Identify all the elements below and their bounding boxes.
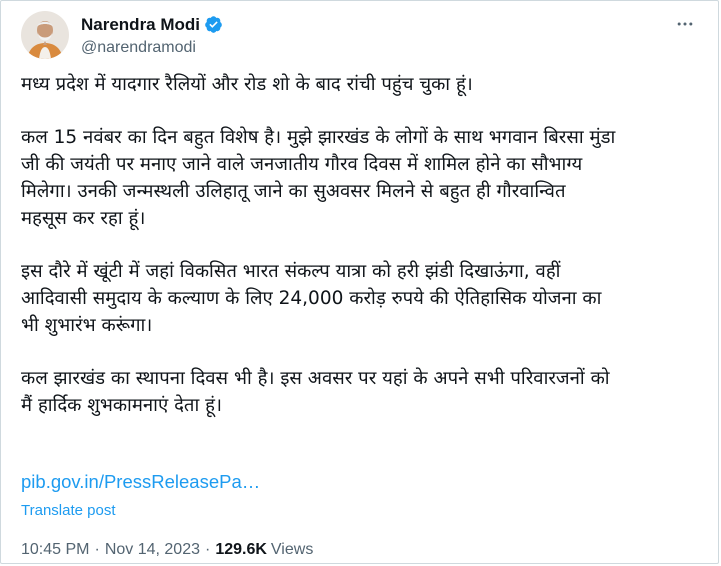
- post-time[interactable]: 10:45 PM: [21, 541, 89, 559]
- meta-separator: ·: [205, 541, 211, 558]
- user-handle[interactable]: @narendramodi: [81, 39, 223, 57]
- post-paragraph: कल झारखंड का स्थापना दिवस भी है। इस अवसर…: [21, 368, 610, 416]
- post-paragraph: मध्य प्रदेश में यादगार रैलियों और रोड शो…: [21, 74, 473, 95]
- post-header: Narendra Modi @narendramodi: [21, 11, 223, 59]
- post-date[interactable]: Nov 14, 2023: [105, 541, 200, 559]
- display-name[interactable]: Narendra Modi: [81, 15, 200, 35]
- external-link[interactable]: pib.gov.in/PressReleasePa…: [21, 471, 260, 493]
- post-paragraph: कल 15 नवंबर का दिन बहुत विशेष है। मुझे झ…: [21, 127, 616, 229]
- more-horizontal-icon: [677, 22, 693, 26]
- views-count[interactable]: 129.6K: [215, 541, 267, 559]
- name-row: Narendra Modi: [81, 14, 223, 36]
- post-metadata: 10:45 PM · Nov 14, 2023 · 129.6K Views: [21, 541, 313, 559]
- views-label: Views: [270, 541, 314, 558]
- post-paragraph: इस दौरे में खूंटी में जहां विकसित भारत स…: [21, 261, 602, 336]
- post-text: मध्य प्रदेश में यादगार रैलियों और रोड शो…: [21, 71, 701, 445]
- avatar[interactable]: [21, 11, 69, 59]
- meta-separator: ·: [94, 541, 100, 558]
- user-avatar-image: [21, 11, 69, 59]
- post-card: Narendra Modi @narendramodi मध्य प्रदेश …: [0, 0, 719, 564]
- translate-post-button[interactable]: Translate post: [21, 502, 116, 519]
- verified-badge-icon[interactable]: [204, 15, 223, 34]
- author-names: Narendra Modi @narendramodi: [81, 14, 223, 57]
- more-options-button[interactable]: [672, 11, 698, 37]
